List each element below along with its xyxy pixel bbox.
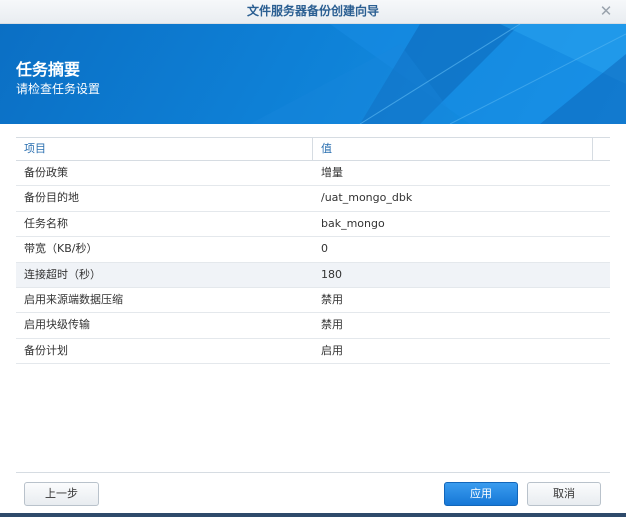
- row-key: 备份政策: [24, 166, 68, 179]
- wizard-banner: 任务摘要 请检查任务设置: [0, 24, 626, 124]
- table-row: 连接超时（秒） 180: [16, 262, 610, 288]
- table-row: 启用来源端数据压缩 禁用: [16, 288, 610, 314]
- row-key: 启用来源端数据压缩: [24, 292, 123, 306]
- column-header-item[interactable]: 项目: [16, 138, 313, 160]
- row-key: 启用块级传输: [24, 318, 90, 332]
- column-header-value[interactable]: 值: [313, 138, 593, 160]
- table-row: 备份计划 启用: [16, 339, 610, 365]
- cancel-button[interactable]: 取消: [527, 482, 601, 506]
- previous-button[interactable]: 上一步: [24, 482, 99, 506]
- table-row: 备份政策 增量: [16, 161, 610, 187]
- row-key: 备份目的地: [24, 191, 79, 205]
- page-subtitle: 请检查任务设置: [16, 82, 101, 96]
- row-key: 连接超时（秒）: [24, 267, 101, 281]
- row-value: bak_mongo: [321, 216, 385, 230]
- footer-divider: [16, 472, 610, 473]
- row-value: 0: [321, 242, 328, 256]
- row-value: 启用: [321, 343, 343, 357]
- window-title: 文件服务器备份创建向导: [246, 4, 379, 18]
- column-header-spacer: [593, 138, 610, 160]
- row-key: 任务名称: [24, 216, 68, 230]
- table-row: 备份目的地 /uat_mongo_dbk: [16, 186, 610, 212]
- table-row: 任务名称 bak_mongo: [16, 212, 610, 238]
- page-title: 任务摘要: [16, 60, 81, 79]
- row-value: /uat_mongo_dbk: [321, 191, 413, 205]
- row-key: 备份计划: [24, 343, 68, 357]
- banner-decoration: [250, 24, 626, 124]
- row-value: 增量: [321, 166, 343, 179]
- title-bar: 文件服务器备份创建向导 ✕: [0, 0, 626, 24]
- table-row: 带宽（KB/秒） 0: [16, 237, 610, 263]
- close-icon[interactable]: ✕: [598, 3, 614, 19]
- row-key: 带宽（KB/秒）: [24, 242, 98, 256]
- row-value: 禁用: [321, 292, 343, 306]
- row-value: 180: [321, 267, 342, 281]
- window-bottom-edge: [0, 513, 626, 517]
- row-value: 禁用: [321, 318, 343, 332]
- apply-button[interactable]: 应用: [444, 482, 518, 506]
- summary-table: 项目 值 备份政策 增量 备份目的地 /uat_mongo_dbk 任务名称 b…: [16, 137, 610, 365]
- table-header: 项目 值: [16, 138, 610, 161]
- table-row: 启用块级传输 禁用: [16, 313, 610, 339]
